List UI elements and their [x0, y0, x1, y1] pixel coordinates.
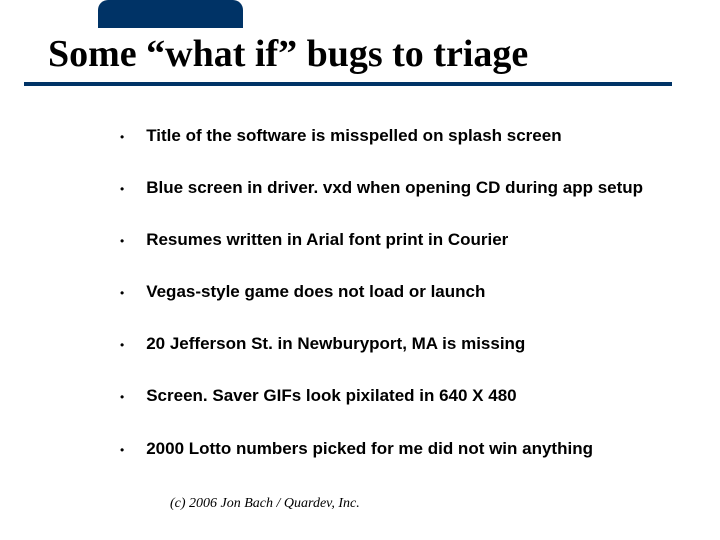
slide-title: Some “what if” bugs to triage — [8, 16, 712, 84]
bullet-text: Vegas-style game does not load or launch — [146, 281, 485, 303]
slide-body: • Title of the software is misspelled on… — [120, 125, 680, 490]
list-item: • Screen. Saver GIFs look pixilated in 6… — [120, 385, 680, 407]
bullet-text: 20 Jefferson St. in Newburyport, MA is m… — [146, 333, 525, 355]
title-block: Some “what if” bugs to triage — [8, 16, 712, 84]
list-item: • Title of the software is misspelled on… — [120, 125, 680, 147]
slide-footer: (c) 2006 Jon Bach / Quardev, Inc. — [170, 496, 360, 512]
bullet-icon: • — [120, 335, 124, 355]
bullet-text: Resumes written in Arial font print in C… — [146, 229, 508, 251]
bullet-icon: • — [120, 231, 124, 251]
title-underline — [24, 82, 672, 86]
bullet-text: 2000 Lotto numbers picked for me did not… — [146, 438, 593, 460]
slide: Some “what if” bugs to triage • Title of… — [0, 0, 720, 540]
bullet-icon: • — [120, 387, 124, 407]
list-item: • Blue screen in driver. vxd when openin… — [120, 177, 680, 199]
bullet-text: Title of the software is misspelled on s… — [146, 125, 561, 147]
bullet-text: Screen. Saver GIFs look pixilated in 640… — [146, 385, 516, 407]
bullet-text: Blue screen in driver. vxd when opening … — [146, 177, 643, 199]
bullet-icon: • — [120, 440, 124, 460]
list-item: • 2000 Lotto numbers picked for me did n… — [120, 438, 680, 460]
list-item: • 20 Jefferson St. in Newburyport, MA is… — [120, 333, 680, 355]
list-item: • Resumes written in Arial font print in… — [120, 229, 680, 251]
list-item: • Vegas-style game does not load or laun… — [120, 281, 680, 303]
bullet-icon: • — [120, 127, 124, 147]
bullet-icon: • — [120, 283, 124, 303]
bullet-icon: • — [120, 179, 124, 199]
